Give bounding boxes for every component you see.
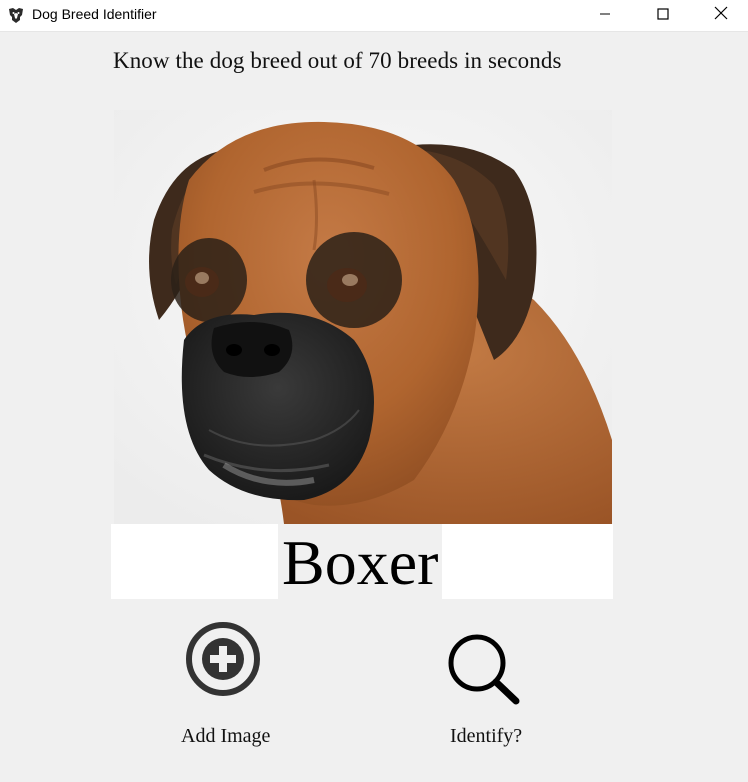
- dog-photo: [114, 110, 612, 524]
- minimize-button[interactable]: [582, 0, 628, 31]
- maximize-icon: [657, 7, 669, 25]
- title-bar[interactable]: Dog Breed Identifier: [0, 0, 748, 32]
- add-image-button[interactable]: [184, 620, 262, 698]
- maximize-button[interactable]: [640, 0, 686, 31]
- add-image-label[interactable]: Add Image: [181, 725, 270, 748]
- search-icon: [446, 634, 520, 709]
- dog-icon: [6, 5, 26, 25]
- window-title: Dog Breed Identifier: [32, 6, 157, 22]
- add-circle-icon: [184, 622, 262, 702]
- close-button[interactable]: [698, 0, 744, 31]
- app-window: Dog Breed Identifier Know the dog breed …: [0, 0, 748, 782]
- tagline: Know the dog breed out of 70 breeds in s…: [113, 48, 562, 73]
- identify-label[interactable]: Identify?: [450, 725, 522, 748]
- minimize-icon: [599, 7, 611, 25]
- close-icon: [714, 6, 728, 25]
- breed-result: Boxer: [278, 524, 443, 599]
- identify-button[interactable]: [446, 633, 520, 705]
